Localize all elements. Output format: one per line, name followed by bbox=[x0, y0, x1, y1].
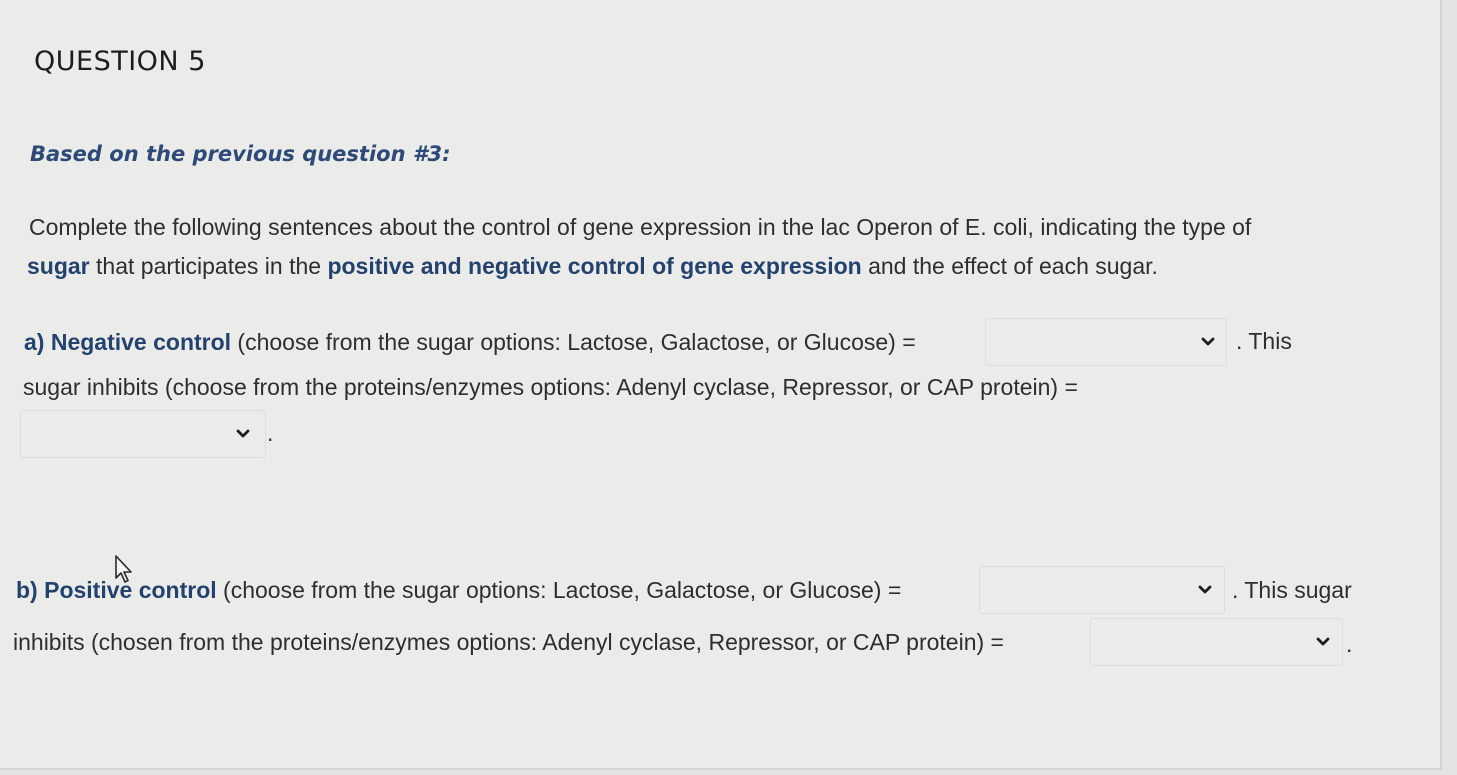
part-b-line-2: inhibits (chosen from the proteins/enzym… bbox=[13, 629, 1004, 655]
part-b-text-1: (choose from the sugar options: Lactose,… bbox=[216, 577, 902, 603]
mouse-cursor-icon bbox=[114, 554, 138, 591]
part-b-protein-dropdown[interactable] bbox=[1090, 618, 1343, 666]
chevron-down-icon bbox=[1315, 633, 1331, 649]
intro-line-1: Complete the following sentences about t… bbox=[29, 214, 1252, 240]
intro-text-1: that participates in the bbox=[89, 253, 328, 279]
question-panel: QUESTION 5 Based on the previous questio… bbox=[0, 0, 1442, 770]
part-a-line-2: sugar inhibits (choose from the proteins… bbox=[23, 374, 1078, 400]
part-b-after-dropdown-2: . bbox=[1346, 631, 1353, 657]
intro-line-2: sugar that participates in the positive … bbox=[27, 253, 1158, 280]
question-title: QUESTION 5 bbox=[34, 46, 206, 77]
part-a-text-1: (choose from the sugar options: Lactose,… bbox=[231, 329, 916, 355]
part-b-after-dropdown-1: . This sugar bbox=[1232, 577, 1352, 603]
chevron-down-icon bbox=[1200, 333, 1216, 349]
part-a-after-dropdown-2: . bbox=[267, 420, 274, 446]
part-a-label: a) Negative control bbox=[24, 329, 232, 355]
part-b-sugar-dropdown[interactable] bbox=[979, 566, 1225, 614]
part-a-after-dropdown-1: . This bbox=[1236, 328, 1292, 354]
question-subtitle: Based on the previous question #3: bbox=[30, 142, 451, 166]
part-b-label-post: control bbox=[132, 577, 217, 603]
chevron-down-icon bbox=[1197, 581, 1213, 597]
part-a-protein-dropdown[interactable] bbox=[20, 410, 266, 458]
intro-keyword-control: positive and negative control of gene ex… bbox=[327, 253, 862, 279]
part-b-line-1: b) Positive control (choose from the sug… bbox=[16, 577, 901, 604]
intro-keyword-sugar: sugar bbox=[27, 253, 90, 279]
part-a-sugar-dropdown[interactable] bbox=[985, 318, 1227, 366]
part-a-line-1: a) Negative control (choose from the sug… bbox=[24, 329, 916, 356]
intro-text-2: and the effect of each sugar. bbox=[861, 253, 1158, 279]
chevron-down-icon bbox=[235, 425, 251, 441]
